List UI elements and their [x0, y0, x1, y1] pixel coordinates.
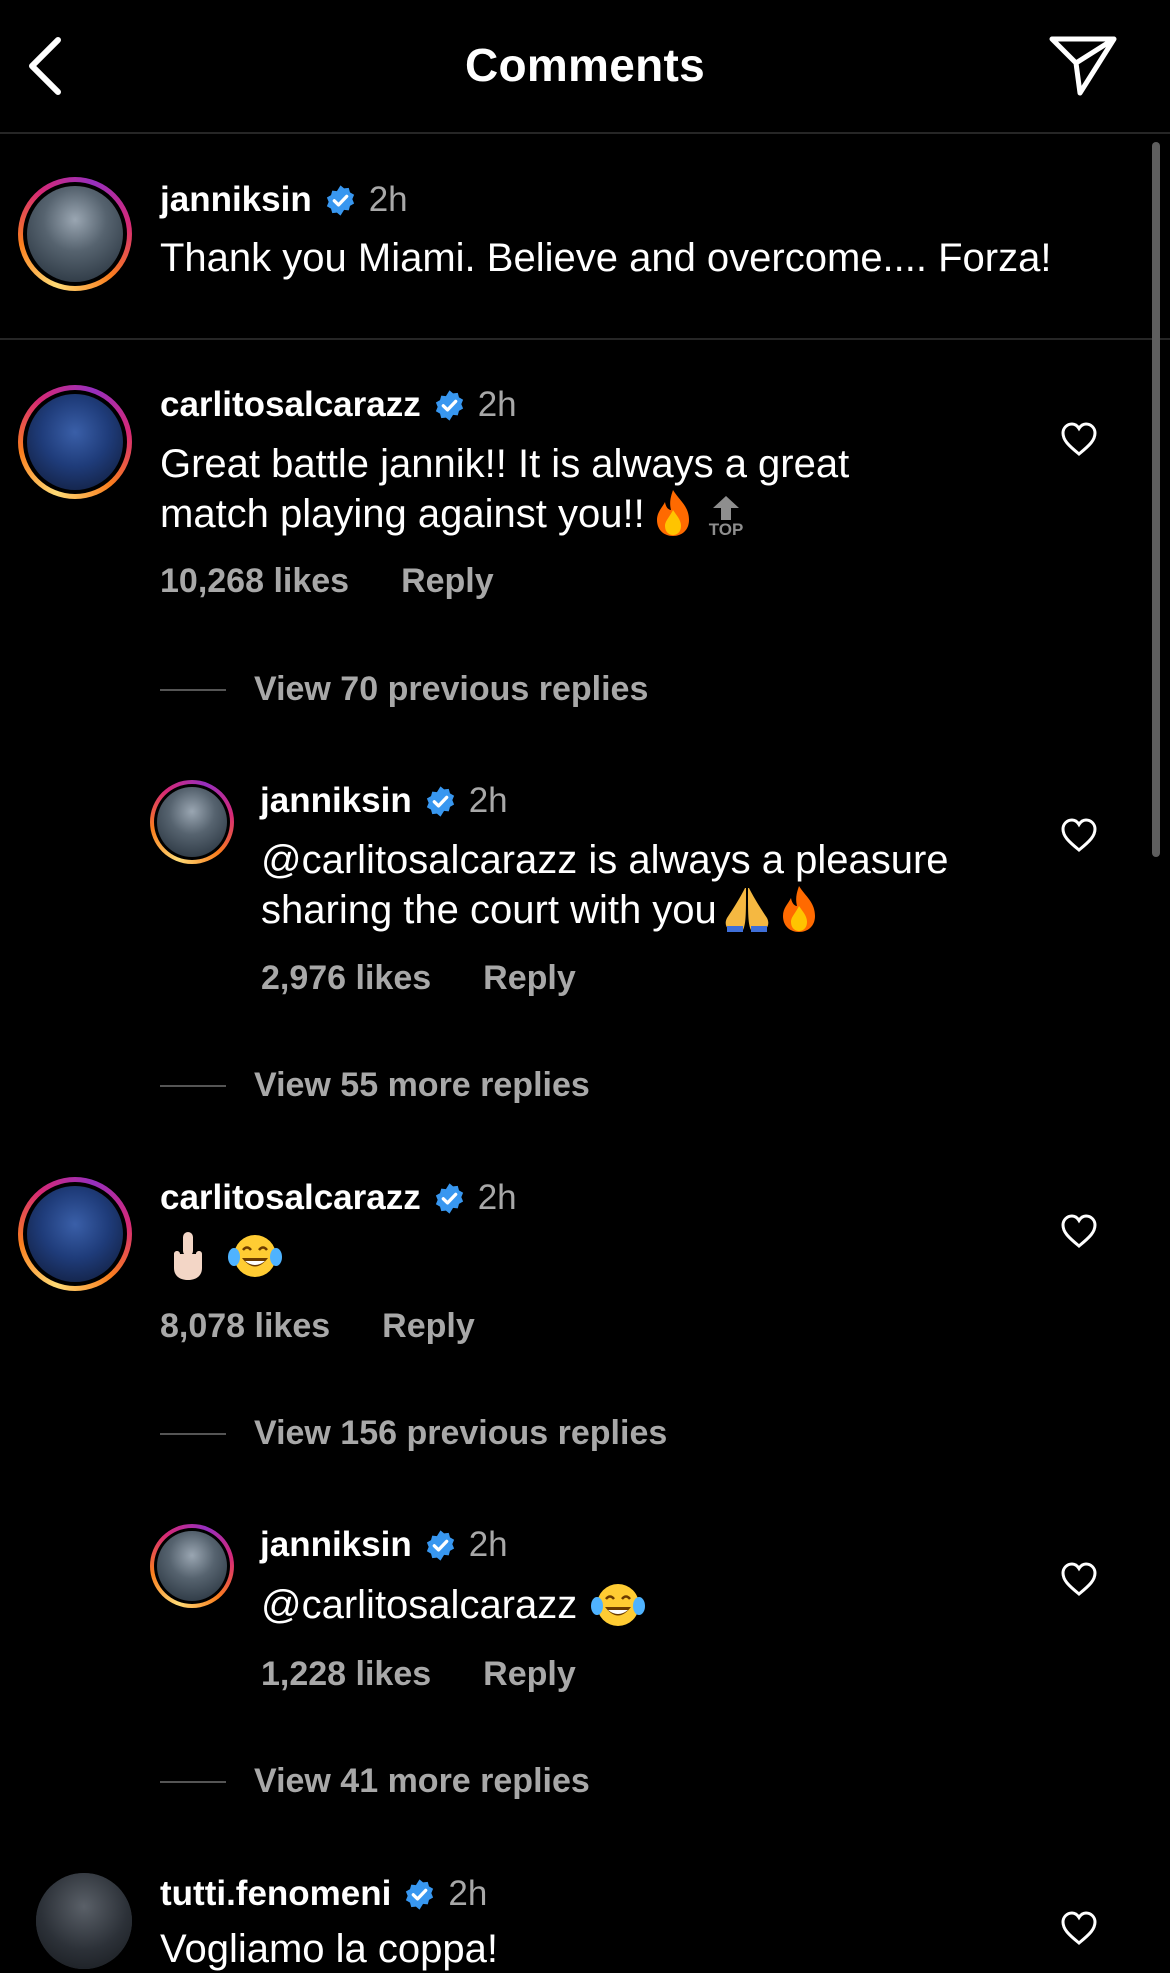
reply-button[interactable]: Reply [483, 959, 576, 998]
comment-text: @carlitosalcarazz [261, 1580, 646, 1630]
caption-text: Thank you Miami. Believe and overcome...… [160, 236, 1052, 280]
scrollbar[interactable] [1152, 142, 1160, 857]
username[interactable]: carlitosalcarazz [160, 1178, 421, 1218]
middle-finger-emoji-icon [174, 1232, 202, 1280]
avatar[interactable] [150, 1524, 234, 1608]
username[interactable]: janniksin [260, 1525, 412, 1565]
username[interactable]: janniksin [160, 180, 312, 220]
divider [160, 1780, 226, 1783]
avatar[interactable] [18, 1177, 132, 1291]
heart-icon[interactable] [1060, 1910, 1098, 1946]
heart-icon[interactable] [1060, 817, 1098, 853]
timestamp: 2h [468, 781, 508, 820]
likes-count[interactable]: 8,078 likes [160, 1307, 330, 1346]
timestamp: 2h [448, 1874, 488, 1913]
comment-username-line: tutti.fenomeni 2h [160, 1874, 487, 1914]
comment-meta: 2,976 likes Reply [261, 959, 576, 998]
heart-icon[interactable] [1060, 421, 1098, 457]
top-button[interactable]: TOP [708, 495, 744, 539]
view-replies-button[interactable]: View 55 more replies [160, 1066, 590, 1105]
divider [160, 688, 226, 691]
likes-count[interactable]: 1,228 likes [261, 1655, 431, 1694]
view-replies-button[interactable]: View 70 previous replies [160, 670, 648, 709]
tears-of-joy-emoji-icon [228, 1235, 282, 1277]
comment-text-line: match playing against you!! [160, 492, 645, 536]
avatar[interactable] [18, 177, 132, 291]
view-replies-button[interactable]: View 41 more replies [160, 1762, 590, 1801]
divider [160, 1084, 226, 1087]
comment-text: Great battle jannik!! It is always a gre… [160, 440, 849, 538]
page-title: Comments [464, 39, 706, 91]
caption-username-line: janniksin 2h [160, 180, 408, 220]
comment-username-line: carlitosalcarazz 2h [160, 385, 517, 425]
comment-username-line: janniksin 2h [260, 781, 508, 821]
heart-icon[interactable] [1060, 1561, 1098, 1597]
timestamp: 2h [477, 385, 517, 424]
top-label: TOP [708, 520, 744, 539]
likes-count[interactable]: 2,976 likes [261, 959, 431, 998]
timestamp: 2h [368, 180, 408, 219]
mention-link[interactable]: @carlitosalcarazz [261, 1581, 577, 1629]
comment-text: Vogliamo la coppa! [160, 1927, 499, 1971]
verified-badge-icon [435, 1182, 463, 1214]
comment-meta: 8,078 likes Reply [160, 1307, 475, 1346]
arrow-up-icon [713, 496, 740, 520]
view-replies-label: View 156 previous replies [254, 1414, 668, 1452]
comment-text-line: sharing the court with you [261, 888, 717, 932]
comment-text [166, 1230, 282, 1282]
likes-count[interactable]: 10,268 likes [160, 562, 349, 601]
reply-button[interactable]: Reply [483, 1655, 576, 1694]
comment-text: @carlitosalcarazz is always a pleasure s… [261, 836, 949, 934]
view-replies-label: View 41 more replies [254, 1762, 590, 1800]
avatar[interactable] [36, 1873, 132, 1969]
comment-meta: 1,228 likes Reply [261, 1655, 576, 1694]
reply-button[interactable]: Reply [382, 1307, 475, 1346]
comment-text-line-2: match playing against you!! TOP [160, 488, 849, 538]
divider [160, 1432, 226, 1435]
timestamp: 2h [477, 1178, 517, 1217]
comment-meta: 10,268 likes Reply [160, 562, 494, 601]
tears-of-joy-emoji-icon [591, 1584, 646, 1626]
avatar[interactable] [18, 385, 132, 499]
verified-badge-icon [406, 1878, 434, 1910]
fire-emoji-icon [656, 490, 689, 536]
divider [0, 338, 1170, 340]
view-replies-label: View 70 previous replies [254, 670, 649, 708]
verified-badge-icon [435, 389, 463, 421]
username[interactable]: janniksin [260, 781, 412, 821]
fire-emoji-icon [782, 886, 815, 932]
paper-plane-icon[interactable] [1048, 33, 1118, 97]
folded-hands-emoji-icon [725, 888, 769, 932]
header-bar: Comments [0, 0, 1170, 134]
timestamp: 2h [468, 1525, 508, 1564]
verified-badge-icon [426, 785, 454, 817]
reply-button[interactable]: Reply [401, 562, 494, 601]
comment-username-line: janniksin 2h [260, 1525, 508, 1565]
avatar[interactable] [150, 780, 234, 864]
comment-username-line: carlitosalcarazz 2h [160, 1178, 517, 1218]
username[interactable]: tutti.fenomeni [160, 1874, 391, 1914]
username[interactable]: carlitosalcarazz [160, 385, 421, 425]
view-replies-label: View 55 more replies [254, 1066, 590, 1104]
view-replies-button[interactable]: View 156 previous replies [160, 1414, 667, 1453]
verified-badge-icon [426, 1529, 454, 1561]
heart-icon[interactable] [1060, 1213, 1098, 1249]
comment-text-line-2: sharing the court with you [261, 884, 949, 934]
verified-badge-icon [326, 184, 354, 216]
comment-text-line: Great battle jannik!! It is always a gre… [160, 442, 850, 486]
comment-text-line: @carlitosalcarazz is always a pleasure [261, 838, 949, 882]
